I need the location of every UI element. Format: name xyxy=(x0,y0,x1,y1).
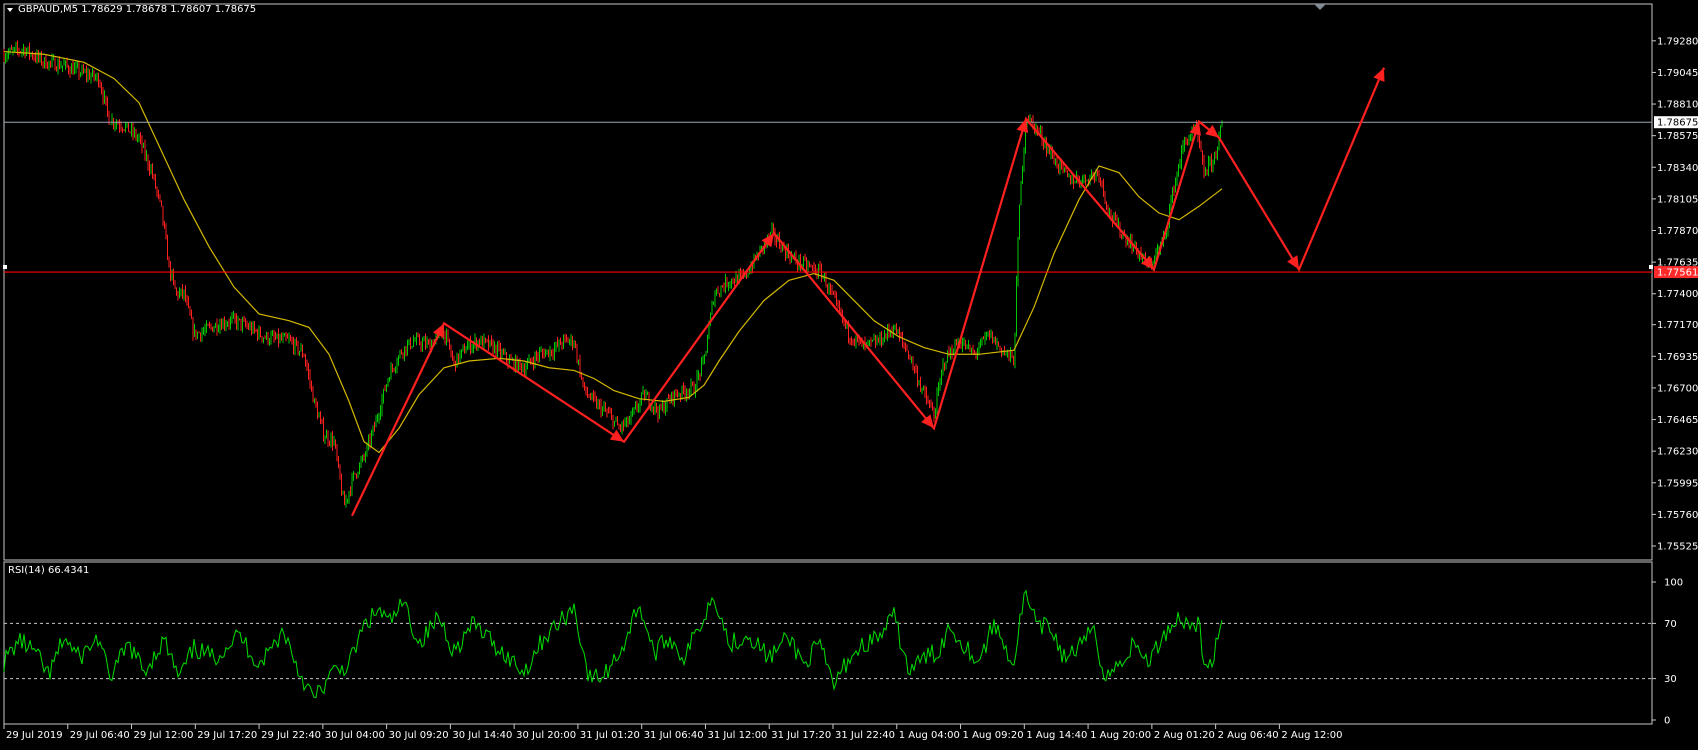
rsi-scale-label: 70 xyxy=(1664,619,1677,630)
rsi-scale-label: 30 xyxy=(1664,674,1677,685)
support-line-anchor-left[interactable] xyxy=(3,265,7,269)
chart-window[interactable]: GBPAUD,M5 1.78629 1.78678 1.78607 1.7867… xyxy=(0,0,1698,746)
time-tick-label: 1 Aug 14:40 xyxy=(1026,730,1087,741)
price-tick-label: 1.76935 xyxy=(1657,352,1698,363)
rsi-scale-label: 100 xyxy=(1664,578,1683,589)
time-tick-label: 31 Jul 01:20 xyxy=(580,730,640,741)
price-tick-label: 1.76700 xyxy=(1657,383,1698,394)
price-tick-label: 1.77870 xyxy=(1657,226,1698,237)
price-tick-label: 1.79280 xyxy=(1657,36,1698,47)
price-tick-label: 1.75995 xyxy=(1657,478,1698,489)
time-tick-label: 30 Jul 14:40 xyxy=(452,730,512,741)
rsi-header: RSI(14) 66.4341 xyxy=(8,565,89,576)
price-tick-label: 1.77170 xyxy=(1657,320,1698,331)
time-tick-label: 29 Jul 17:20 xyxy=(197,730,257,741)
time-tick-label: 1 Aug 04:00 xyxy=(899,730,960,741)
price-tick-label: 1.76465 xyxy=(1657,415,1698,426)
support-line-anchor-right[interactable] xyxy=(1649,265,1653,269)
time-tick-label: 29 Jul 22:40 xyxy=(261,730,321,741)
support-price-label: 1.77561 xyxy=(1657,268,1698,279)
time-tick-label: 31 Jul 06:40 xyxy=(644,730,704,741)
price-tick-label: 1.78810 xyxy=(1657,100,1698,111)
price-tick-label: 1.77400 xyxy=(1657,289,1698,300)
bid-price-label: 1.78675 xyxy=(1657,118,1698,129)
time-tick-label: 29 Jul 06:40 xyxy=(70,730,130,741)
symbol-header: GBPAUD,M5 1.78629 1.78678 1.78607 1.7867… xyxy=(18,4,256,15)
time-tick-label: 31 Jul 12:00 xyxy=(707,730,767,741)
time-tick-label: 2 Aug 06:40 xyxy=(1218,730,1279,741)
price-tick-label: 1.78105 xyxy=(1657,194,1698,205)
time-tick-label: 1 Aug 20:00 xyxy=(1090,730,1151,741)
price-tick-label: 1.78575 xyxy=(1657,131,1698,142)
price-tick-label: 1.75525 xyxy=(1657,542,1698,553)
time-tick-label: 29 Jul 2019 xyxy=(6,730,63,741)
price-tick-label: 1.78340 xyxy=(1657,163,1698,174)
time-tick-label: 29 Jul 12:00 xyxy=(134,730,194,741)
price-tick-label: 1.75760 xyxy=(1657,510,1698,521)
rsi-scale-label: 0 xyxy=(1664,716,1670,727)
price-tick-label: 1.79045 xyxy=(1657,68,1698,79)
time-tick-label: 2 Aug 12:00 xyxy=(1281,730,1342,741)
chart-background xyxy=(0,0,1698,746)
time-tick-label: 2 Aug 01:20 xyxy=(1154,730,1215,741)
time-tick-label: 1 Aug 09:20 xyxy=(963,730,1024,741)
chart-canvas[interactable]: GBPAUD,M5 1.78629 1.78678 1.78607 1.7867… xyxy=(0,0,1698,746)
price-tick-label: 1.76230 xyxy=(1657,447,1698,458)
time-tick-label: 31 Jul 22:40 xyxy=(835,730,895,741)
time-tick-label: 30 Jul 20:00 xyxy=(516,730,576,741)
time-tick-label: 31 Jul 17:20 xyxy=(771,730,831,741)
time-tick-label: 30 Jul 04:00 xyxy=(325,730,385,741)
time-tick-label: 30 Jul 09:20 xyxy=(389,730,449,741)
